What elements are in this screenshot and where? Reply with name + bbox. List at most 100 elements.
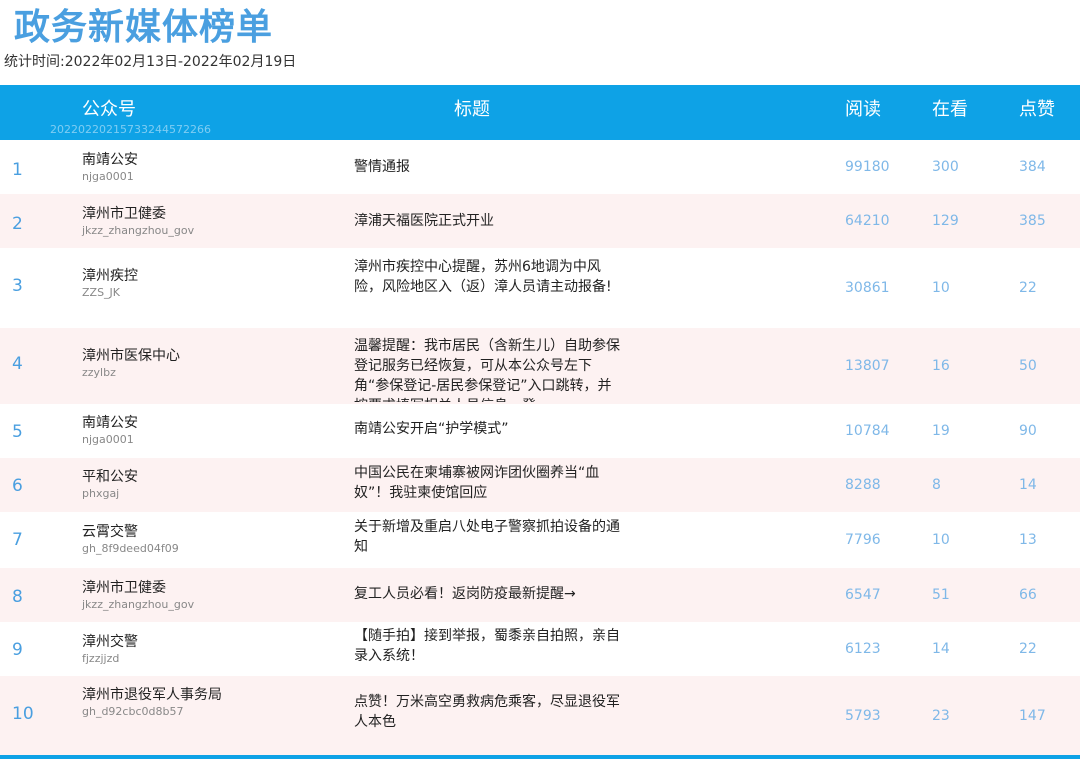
watch-count: 10 [932,532,950,548]
watch-count: 19 [932,423,950,439]
rank-number: 8 [12,587,23,607]
read-count: 13807 [845,358,890,374]
article-title-link[interactable]: 警情通报 [354,157,624,177]
account-cell: 漳州市卫健委 jkzz_zhangzhou_gov [82,204,222,238]
article-title-link[interactable]: 复工人员必看！返岗防疫最新提醒→ [354,584,624,604]
account-name[interactable]: 云霄交警 [82,522,222,542]
watch-count: 300 [932,159,959,175]
rank-number: 3 [12,276,23,296]
account-cell: 平和公安 phxgaj [82,467,222,501]
rank-number: 1 [12,160,23,180]
account-cell: 漳州市卫健委 jkzz_zhangzhou_gov [82,578,222,612]
article-title-link[interactable]: 温馨提醒：我市居民（含新生儿）自助参保登记服务已经恢复，可从本公众号左下角“参保… [354,336,624,402]
read-count: 7796 [845,532,881,548]
account-cell: 漳州疾控 ZZS_JK [82,266,222,300]
like-count: 13 [1019,532,1037,548]
watch-count: 16 [932,358,950,374]
like-count: 50 [1019,358,1037,374]
read-count: 64210 [845,213,890,229]
account-name[interactable]: 漳州疾控 [82,266,222,286]
read-count: 99180 [845,159,890,175]
account-name[interactable]: 漳州交警 [82,632,222,652]
account-name[interactable]: 南靖公安 [82,150,222,170]
header-title: 标题 [454,99,490,120]
read-count: 8288 [845,477,881,493]
table-body: 1 南靖公安 njga0001 警情通报 99180 300 384 2 漳州市卫健委 jkzz_… [0,140,1080,756]
page-title: 政务新媒体榜单 [14,7,274,48]
rank-number: 6 [12,476,23,496]
table-row[interactable]: 10 漳州市退役军人事务局 gh_d92cbc0d8b57 点赞！万米高空勇救病危乘客… [0,676,1080,756]
article-title-link[interactable]: 南靖公安开启“护学模式” [354,419,624,439]
like-count: 385 [1019,213,1046,229]
account-cell: 漳州市退役军人事务局 gh_d92cbc0d8b57 [82,685,222,719]
table-row[interactable]: 8 漳州市卫健委 jkzz_zhangzhou_gov 复工人员必看！返岗防疫最新提醒… [0,568,1080,622]
account-cell: 漳州市医保中心 zzylbz [82,346,222,380]
read-count: 6547 [845,587,881,603]
table-header: 公众号 20220220215733244572266 标题 阅读 在看 点赞 [0,85,1080,140]
table-row[interactable]: 4 漳州市医保中心 zzylbz 温馨提醒：我市居民（含新生儿）自助参保登记服务已经恢… [0,328,1080,404]
like-count: 66 [1019,587,1037,603]
table-row[interactable]: 3 漳州疾控 ZZS_JK 漳州市疾控中心提醒，苏州6地调为中风险，风险地区入（返）漳… [0,248,1080,328]
rank-number: 10 [12,704,34,724]
account-id: jkzz_zhangzhou_gov [82,224,195,237]
account-id: zzylbz [82,366,116,379]
read-count: 10784 [845,423,890,439]
watch-count: 10 [932,280,950,296]
read-count: 5793 [845,708,881,724]
article-title-link[interactable]: 漳浦天福医院正式开业 [354,211,624,231]
header-account: 公众号 [82,99,136,120]
table-row[interactable]: 6 平和公安 phxgaj 中国公民在柬埔寨被网诈团伙圈养当“血奴”！我驻柬使馆回应 8… [0,458,1080,512]
account-id: gh_8f9deed04f09 [82,542,179,555]
watch-count: 14 [932,641,950,657]
like-count: 22 [1019,641,1037,657]
watch-count: 51 [932,587,950,603]
ranking-table: 公众号 20220220215733244572266 标题 阅读 在看 点赞 … [0,85,1080,756]
account-name[interactable]: 漳州市退役军人事务局 [82,685,222,705]
date-range: 统计时间:2022年02月13日-2022年02月19日 [4,54,297,70]
table-row[interactable]: 2 漳州市卫健委 jkzz_zhangzhou_gov 漳浦天福医院正式开业 64210… [0,194,1080,248]
account-cell: 南靖公安 njga0001 [82,413,222,447]
account-name[interactable]: 南靖公安 [82,413,222,433]
table-row[interactable]: 1 南靖公安 njga0001 警情通报 99180 300 384 [0,140,1080,194]
header-like: 点赞 [1019,99,1055,120]
account-cell: 云霄交警 gh_8f9deed04f09 [82,522,222,556]
rank-number: 7 [12,530,23,550]
read-count: 6123 [845,641,881,657]
watch-count: 129 [932,213,959,229]
article-title-link[interactable]: 漳州市疾控中心提醒，苏州6地调为中风险，风险地区入（返）漳人员请主动报备! [354,257,624,317]
read-count: 30861 [845,280,890,296]
rank-number: 5 [12,422,23,442]
table-row[interactable]: 7 云霄交警 gh_8f9deed04f09 关于新增及重启八处电子警察抓拍设备的通知… [0,512,1080,568]
header-account-id: 20220220215733244572266 [50,123,211,136]
header-read: 阅读 [845,99,881,120]
account-id: gh_d92cbc0d8b57 [82,705,184,718]
table-row[interactable]: 5 南靖公安 njga0001 南靖公安开启“护学模式” 10784 19 90 [0,404,1080,458]
account-name[interactable]: 平和公安 [82,467,222,487]
article-title-link[interactable]: 【随手拍】接到举报，蜀黍亲自拍照，亲自录入系统！ [354,626,624,666]
like-count: 22 [1019,280,1037,296]
account-id: njga0001 [82,170,134,183]
rank-number: 2 [12,214,23,234]
article-title-link[interactable]: 关于新增及重启八处电子警察抓拍设备的通知 [354,517,624,557]
bottom-bar [0,755,1080,759]
account-id: jkzz_zhangzhou_gov [82,598,195,611]
watch-count: 23 [932,708,950,724]
rank-number: 4 [12,354,23,374]
like-count: 147 [1019,708,1046,724]
watch-count: 8 [932,477,941,493]
article-title-link[interactable]: 点赞！万米高空勇救病危乘客，尽显退役军人本色 [354,692,624,732]
like-count: 384 [1019,159,1046,175]
table-row[interactable]: 9 漳州交警 fjzzjjzd 【随手拍】接到举报，蜀黍亲自拍照，亲自录入系统！ 612… [0,622,1080,676]
account-id: phxgaj [82,487,120,500]
account-cell: 南靖公安 njga0001 [82,150,222,184]
like-count: 90 [1019,423,1037,439]
like-count: 14 [1019,477,1037,493]
account-id: njga0001 [82,433,134,446]
account-name[interactable]: 漳州市医保中心 [82,346,222,366]
account-cell: 漳州交警 fjzzjjzd [82,632,222,666]
account-id: ZZS_JK [82,286,121,299]
article-title-link[interactable]: 中国公民在柬埔寨被网诈团伙圈养当“血奴”！我驻柬使馆回应 [354,463,624,503]
rank-number: 9 [12,640,23,660]
account-name[interactable]: 漳州市卫健委 [82,204,222,224]
account-name[interactable]: 漳州市卫健委 [82,578,222,598]
